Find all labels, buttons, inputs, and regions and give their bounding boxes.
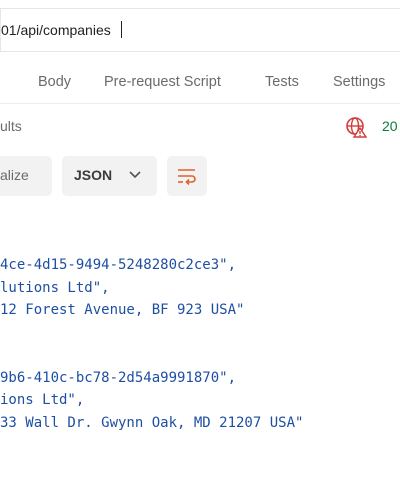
format-label: JSON (74, 167, 113, 183)
test-results-label[interactable]: ults (0, 118, 22, 134)
json-line: 12 Forest Avenue, BF 923 USA" (0, 302, 245, 318)
response-panel: 01/api/companies ) Body Pre-request Scri… (0, 0, 400, 486)
tab-tests[interactable]: Tests (265, 74, 299, 90)
globe-error-icon[interactable] (345, 116, 367, 138)
visualize-label: alize (0, 167, 29, 183)
status-code[interactable]: 20 (382, 118, 398, 134)
visualize-button[interactable]: alize (0, 156, 52, 196)
json-line: 33 Wall Dr. Gwynn Oak, MD 21207 USA" (0, 415, 304, 431)
request-url-bar[interactable]: 01/api/companies (0, 8, 400, 52)
tab-body[interactable]: Body (38, 74, 71, 90)
json-line: 4ce-4d15-9494-5248280c2ce3", (0, 257, 237, 273)
wrap-lines-button[interactable] (167, 156, 207, 196)
tab-settings[interactable]: Settings (333, 74, 385, 90)
text-caret (121, 21, 122, 38)
chevron-down-icon (129, 171, 141, 179)
wrap-lines-icon (178, 169, 196, 185)
request-tabs: ) Body Pre-request Script Tests Settings (0, 52, 400, 104)
tab-pre-request-script[interactable]: Pre-request Script (104, 74, 221, 90)
json-line: 9b6-410c-bc78-2d54a9991870", (0, 370, 237, 386)
tab-headers-partial[interactable]: ) (0, 74, 1, 90)
json-line: lutions Ltd", (0, 280, 110, 296)
url-input[interactable]: 01/api/companies (1, 22, 111, 38)
json-line: ions Ltd", (0, 392, 85, 408)
format-dropdown[interactable]: JSON (62, 156, 157, 196)
